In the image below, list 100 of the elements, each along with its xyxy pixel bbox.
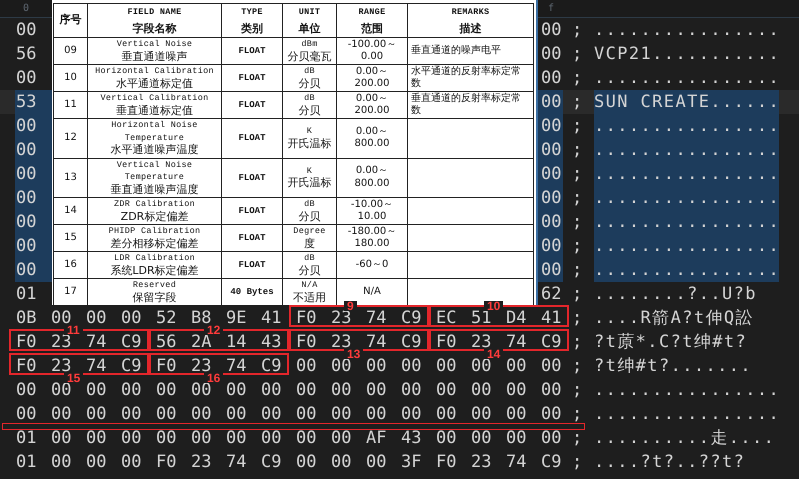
- separator-text: ;: [572, 355, 582, 378]
- hex-byte: 00: [366, 383, 386, 397]
- table-cell: 11: [54, 92, 88, 118]
- hex-byte: 74: [506, 335, 526, 349]
- hex-byte: 74: [366, 335, 386, 349]
- hex-byte: 00: [261, 431, 282, 445]
- hex-byte: 43: [401, 431, 422, 445]
- hex-byte: 74: [226, 455, 246, 469]
- hex-byte: 00: [226, 407, 246, 421]
- hex-byte: 00: [541, 47, 562, 61]
- table-cell: FLOAT: [222, 224, 282, 252]
- hex-byte: 00: [261, 407, 282, 421]
- hex-byte: 00: [16, 23, 36, 37]
- table-cell: FLOAT: [222, 198, 282, 224]
- separator-text: ;: [572, 43, 582, 66]
- hex-byte: 23: [51, 335, 72, 349]
- table-cell: 09: [54, 38, 88, 64]
- ascii-text: ................: [594, 138, 779, 162]
- hex-byte: 00: [191, 407, 212, 421]
- hex-byte: 00: [541, 119, 562, 133]
- separator-text: ;: [572, 283, 582, 306]
- hex-byte: 00: [51, 431, 72, 445]
- hex-byte: F0: [156, 455, 176, 469]
- hex-byte: 00: [51, 383, 72, 397]
- table-cell: FLOAT: [222, 158, 282, 198]
- table-cell: 17: [54, 278, 88, 305]
- hex-byte: 00: [366, 407, 386, 421]
- table-cell: 0.00～ 800.00: [336, 158, 408, 198]
- hex-byte: 00: [16, 215, 36, 229]
- annotation-label: 10: [484, 301, 504, 311]
- column-header: RANGE 范围: [336, 4, 408, 38]
- table-cell: -100.00～ 0.00: [336, 38, 408, 64]
- hex-byte: 00: [436, 359, 456, 373]
- hex-byte: 14: [226, 335, 246, 349]
- hex-byte: 00: [331, 359, 352, 373]
- hex-byte: 00: [121, 383, 142, 397]
- table-cell: 水平通道的反射率标定常数: [408, 64, 534, 92]
- hex-byte: 00: [296, 383, 316, 397]
- hex-byte: 0B: [16, 311, 36, 325]
- separator-text: ;: [572, 163, 582, 186]
- hex-byte: 00: [506, 359, 526, 373]
- hex-byte: F0: [156, 359, 176, 373]
- hex-byte: 00: [506, 383, 526, 397]
- table-cell: PHIDP Calibration 差分相移标定偏差: [88, 224, 222, 252]
- hex-byte: 56: [156, 335, 176, 349]
- separator-text: ;: [572, 235, 582, 258]
- hex-byte: 23: [51, 359, 72, 373]
- hex-byte: 00: [436, 407, 456, 421]
- hex-byte: 00: [471, 383, 492, 397]
- table-cell: dB 分贝: [282, 198, 336, 224]
- hex-byte: 74: [226, 359, 246, 373]
- hex-byte: 00: [506, 407, 526, 421]
- separator-text: ;: [572, 307, 582, 330]
- hex-byte: 00: [541, 239, 562, 253]
- table-cell: 15: [54, 224, 88, 252]
- hex-byte: 00: [331, 407, 352, 421]
- separator-text: ;: [572, 379, 582, 402]
- hex-byte: 00: [86, 431, 106, 445]
- separator-text: ;: [572, 451, 582, 474]
- hex-byte: 00: [541, 95, 562, 109]
- hex-byte: 01: [16, 431, 36, 445]
- hex-byte: 23: [191, 455, 212, 469]
- table-cell: Horizontal Noise Temperature 水平通道噪声温度: [88, 118, 222, 158]
- hex-byte: 00: [86, 455, 106, 469]
- ascii-text: ................: [594, 67, 779, 90]
- hex-byte: 62: [541, 287, 562, 301]
- table-cell: dB 分贝: [282, 64, 336, 92]
- hex-byte: 00: [156, 431, 176, 445]
- hex-byte: C9: [401, 311, 422, 325]
- hex-byte: 00: [541, 359, 562, 373]
- hex-byte: 00: [86, 383, 106, 397]
- hex-byte: F0: [436, 335, 456, 349]
- table-cell: dB 分贝: [282, 92, 336, 118]
- hex-byte: 51: [471, 311, 492, 325]
- hex-byte: 00: [16, 383, 36, 397]
- hex-byte: 01: [16, 287, 36, 301]
- hex-byte: 00: [436, 431, 456, 445]
- hex-byte: D4: [506, 311, 526, 325]
- table-cell: FLOAT: [222, 252, 282, 278]
- ascii-text: ................: [594, 186, 779, 210]
- hex-byte: 00: [401, 359, 422, 373]
- annotation-label: 15: [64, 373, 84, 383]
- separator-text: ;: [572, 259, 582, 282]
- table-cell: -180.00～ 180.00: [336, 224, 408, 252]
- table-cell: LDR Calibration 系统LDR标定偏差: [88, 252, 222, 278]
- hex-byte: 00: [191, 383, 212, 397]
- hex-byte: 00: [16, 71, 36, 85]
- hex-byte: 41: [261, 311, 282, 325]
- ascii-text: ....R箭A?t伸Q訟: [594, 307, 755, 330]
- separator-text: ;: [572, 211, 582, 234]
- hex-byte: 00: [366, 359, 386, 373]
- column-label: 0: [22, 2, 30, 16]
- table-cell: K 开氏温标: [282, 158, 336, 198]
- hex-byte: AF: [366, 431, 386, 445]
- separator-text: ;: [572, 403, 582, 426]
- hex-byte: 00: [401, 407, 422, 421]
- table-cell: 垂直通道的噪声电平: [408, 38, 534, 64]
- separator-text: ;: [572, 91, 582, 114]
- column-header: TYPE 类别: [222, 4, 282, 38]
- hex-byte: 00: [541, 407, 562, 421]
